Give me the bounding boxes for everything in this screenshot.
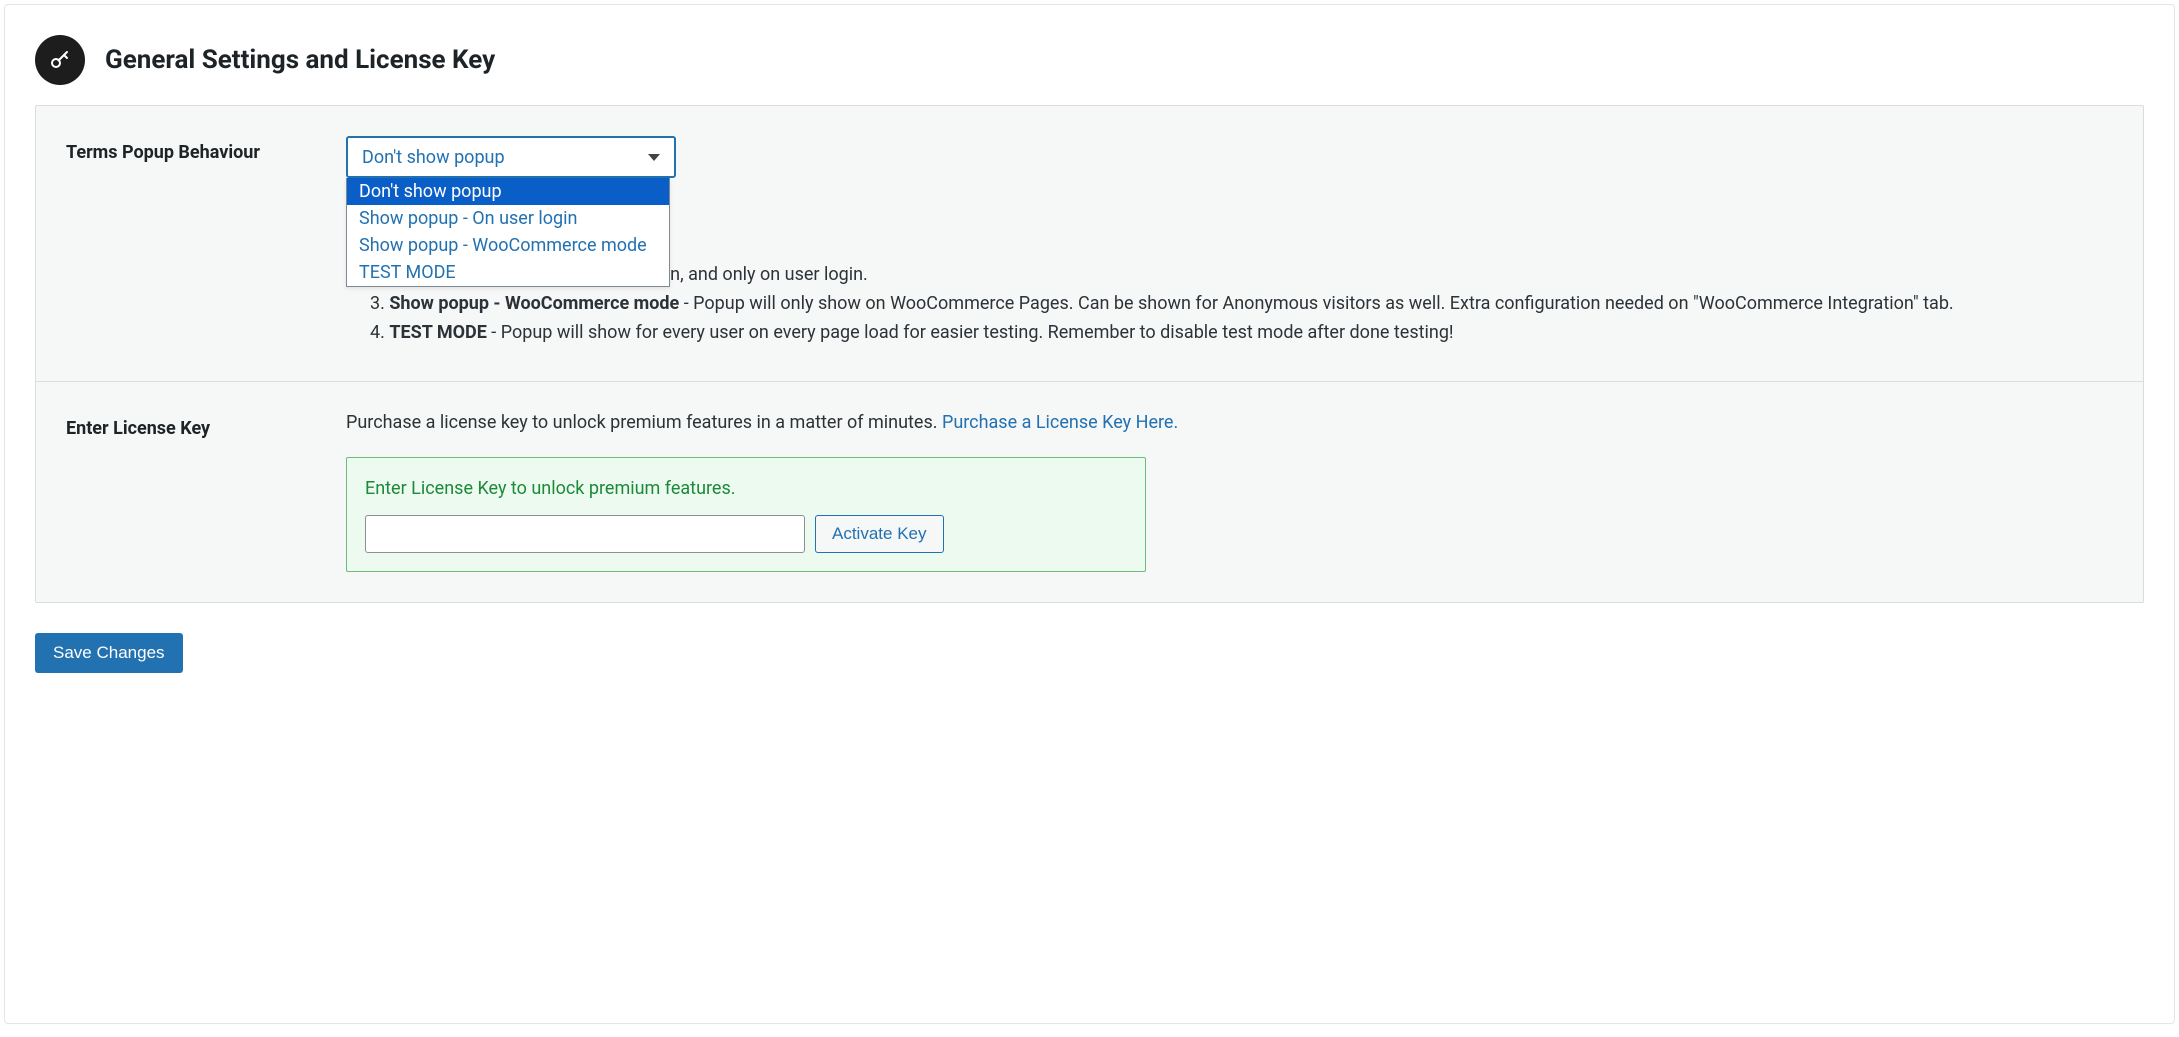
license-description: Purchase a license key to unlock premium… [346,412,2113,433]
field-license-key: Purchase a license key to unlock premium… [346,412,2113,572]
activate-key-button[interactable]: Activate Key [815,515,944,553]
list-item: 3. Show popup - WooCommerce mode - Popup… [346,293,2113,314]
license-key-input[interactable] [365,515,805,553]
terms-popup-select-wrap: Don't show popup Don't show popup Show p… [346,136,676,178]
save-changes-button[interactable]: Save Changes [35,633,183,673]
option-woocommerce[interactable]: Show popup - WooCommerce mode [347,232,669,259]
option-on-login[interactable]: Show popup - On user login [347,205,669,232]
row-license-key: Enter License Key Purchase a license key… [36,382,2143,602]
item-text: - Popup will show for every user on ever… [487,322,1454,343]
page-title: General Settings and License Key [105,45,495,75]
option-dont-show[interactable]: Don't show popup [347,178,669,205]
item-bold: Show popup - WooCommerce mode [389,293,679,314]
terms-popup-select[interactable]: Don't show popup [346,136,676,178]
actions-row: Save Changes [5,603,2174,703]
settings-page: General Settings and License Key Terms P… [4,4,2175,1024]
option-test-mode[interactable]: TEST MODE [347,259,669,286]
item-bold: TEST MODE [389,322,487,343]
key-icon [35,35,85,85]
license-input-row: Activate Key [365,515,1127,553]
item-text: - Popup will only show on WooCommerce Pa… [679,293,1953,314]
field-terms-popup: Don't show popup Don't show popup Show p… [346,136,2113,351]
select-value: Don't show popup [362,147,505,168]
purchase-link[interactable]: Purchase a License Key Here. [942,412,1178,433]
license-desc-text: Purchase a license key to unlock premium… [346,412,942,433]
row-terms-popup: Terms Popup Behaviour Don't show popup D… [36,106,2143,382]
list-item: 4. TEST MODE - Popup will show for every… [346,322,2113,343]
label-terms-popup: Terms Popup Behaviour [66,136,346,351]
chevron-down-icon [648,154,660,161]
label-license-key: Enter License Key [66,412,346,572]
license-box: Enter License Key to unlock premium feat… [346,457,1146,572]
terms-popup-dropdown: Don't show popup Show popup - On user lo… [346,178,670,287]
license-box-message: Enter License Key to unlock premium feat… [365,478,1127,499]
page-header: General Settings and License Key [5,5,2174,105]
settings-form: Terms Popup Behaviour Don't show popup D… [35,105,2144,603]
